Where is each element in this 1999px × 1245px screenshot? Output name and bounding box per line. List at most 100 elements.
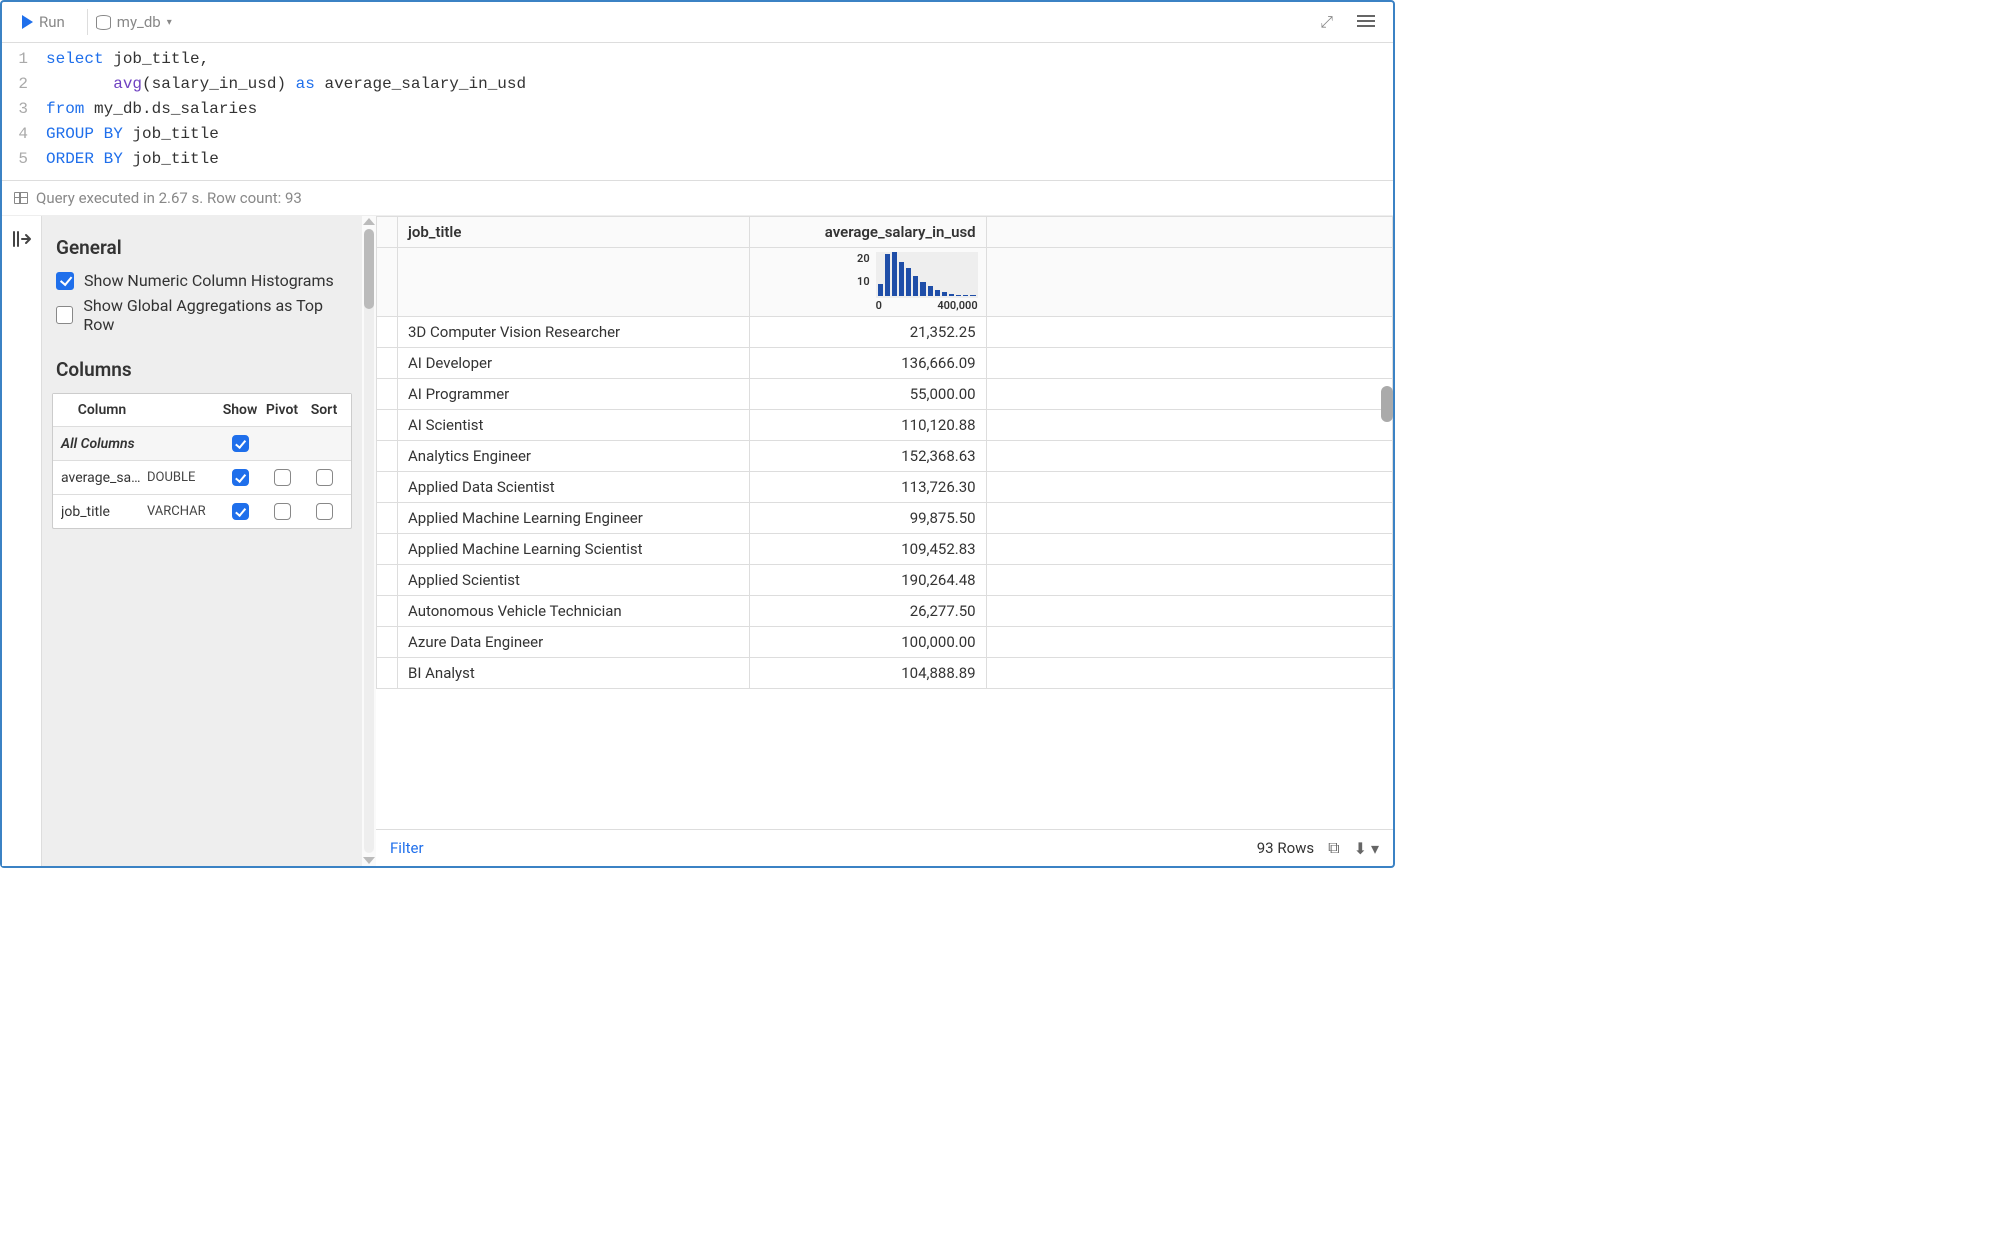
copy-icon[interactable]: ⧉: [1328, 838, 1339, 858]
table-icon: [14, 192, 28, 204]
hist-bar: [920, 282, 925, 296]
line-gutter: 12345: [2, 47, 40, 172]
column-show-checkbox[interactable]: [232, 503, 249, 520]
hist-bars: [876, 252, 978, 298]
table-handle-col: [377, 217, 398, 248]
scroll-down-icon[interactable]: [363, 857, 375, 864]
row-count-label: 93 Rows: [1257, 839, 1314, 857]
column-config-row: average_salary_in_...DOUBLE: [53, 461, 351, 495]
cell-job-title: Analytics Engineer: [398, 441, 750, 472]
code-lines: select job_title, avg(salary_in_usd) as …: [40, 47, 526, 172]
play-icon: [22, 15, 33, 29]
hist-xticks: 0 400,000: [876, 299, 978, 312]
db-name: my_db: [117, 13, 161, 31]
col-header-sort: Sort: [305, 402, 343, 418]
hist-bar: [913, 276, 918, 296]
table-row[interactable]: Applied Data Scientist113,726.30: [377, 472, 1393, 503]
col-header-show: Show: [221, 402, 259, 418]
cell-avg-salary: 110,120.88: [750, 410, 987, 441]
columns-table: Column Show Pivot Sort All Columns avera…: [52, 393, 352, 529]
hist-bar: [970, 295, 975, 296]
data-grid-scroll[interactable]: job_title average_salary_in_usd 20 10: [376, 216, 1393, 829]
cell-avg-salary: 136,666.09: [750, 348, 987, 379]
results-area: General Show Numeric Column Histograms S…: [2, 216, 1393, 866]
hist-placeholder-cell: [398, 248, 750, 317]
cell-avg-salary: 104,888.89: [750, 658, 987, 689]
column-name: average_salary_in_...: [61, 470, 143, 486]
table-row[interactable]: Applied Machine Learning Scientist109,45…: [377, 534, 1393, 565]
hist-bar: [885, 254, 890, 296]
hamburger-menu-icon[interactable]: [1349, 9, 1383, 36]
cell-job-title: AI Scientist: [398, 410, 750, 441]
cell-avg-salary: 55,000.00: [750, 379, 987, 410]
hist-bar: [892, 252, 897, 296]
table-row[interactable]: AI Programmer55,000.00: [377, 379, 1393, 410]
expand-icon[interactable]: ⤢: [1312, 8, 1341, 36]
config-panel-scrollbar[interactable]: [362, 216, 376, 866]
col-header-avg-salary[interactable]: average_salary_in_usd: [750, 217, 987, 248]
col-header-job-title[interactable]: job_title: [398, 217, 750, 248]
all-columns-show-checkbox[interactable]: [232, 435, 249, 452]
column-name: job_title: [61, 504, 143, 520]
cell-job-title: Applied Data Scientist: [398, 472, 750, 503]
table-row[interactable]: Applied Scientist190,264.48: [377, 565, 1393, 596]
cell-job-title: Azure Data Engineer: [398, 627, 750, 658]
table-row[interactable]: AI Scientist110,120.88: [377, 410, 1393, 441]
toolbar: Run my_db ▾ ⤢: [2, 2, 1393, 43]
cell-avg-salary: 26,277.50: [750, 596, 987, 627]
table-row[interactable]: AI Developer136,666.09: [377, 348, 1393, 379]
data-grid-wrap: job_title average_salary_in_usd 20 10: [376, 216, 1393, 866]
cell-job-title: AI Programmer: [398, 379, 750, 410]
hist-bar: [956, 295, 961, 296]
hist-bar: [949, 294, 954, 296]
table-row[interactable]: 3D Computer Vision Researcher21,352.25: [377, 317, 1393, 348]
col-header-pivot: Pivot: [263, 402, 301, 418]
checkbox-histograms[interactable]: [56, 272, 74, 290]
column-sort-checkbox[interactable]: [316, 469, 333, 486]
table-row[interactable]: Azure Data Engineer100,000.00: [377, 627, 1393, 658]
cell-job-title: Applied Machine Learning Scientist: [398, 534, 750, 565]
column-sort-checkbox[interactable]: [316, 503, 333, 520]
filter-link[interactable]: Filter: [390, 839, 424, 857]
data-grid: job_title average_salary_in_usd 20 10: [376, 216, 1393, 689]
cell-avg-salary: 100,000.00: [750, 627, 987, 658]
status-text: Query executed in 2.67 s. Row count: 93: [36, 189, 302, 207]
database-selector[interactable]: my_db ▾: [87, 9, 180, 35]
cell-job-title: BI Analyst: [398, 658, 750, 689]
salary-histogram: 20 10 0 400,000: [848, 252, 978, 312]
columns-heading: Columns: [52, 354, 352, 385]
cell-job-title: Applied Machine Learning Engineer: [398, 503, 750, 534]
config-panel: General Show Numeric Column Histograms S…: [42, 216, 362, 866]
hist-bar: [963, 295, 968, 296]
sql-editor[interactable]: 12345 select job_title, avg(salary_in_us…: [2, 43, 1393, 181]
run-button[interactable]: Run: [12, 9, 75, 35]
sidebar-toggle-column: [2, 216, 42, 866]
table-row[interactable]: BI Analyst104,888.89: [377, 658, 1393, 689]
hist-bar: [928, 286, 933, 296]
table-row[interactable]: Analytics Engineer152,368.63: [377, 441, 1393, 472]
download-icon[interactable]: ⬇ ▾: [1354, 839, 1379, 858]
cell-avg-salary: 113,726.30: [750, 472, 987, 503]
columns-table-header: Column Show Pivot Sort: [53, 394, 351, 427]
cell-avg-salary: 21,352.25: [750, 317, 987, 348]
hist-bar: [906, 268, 911, 296]
table-row[interactable]: Applied Machine Learning Engineer99,875.…: [377, 503, 1393, 534]
cell-job-title: 3D Computer Vision Researcher: [398, 317, 750, 348]
cell-job-title: Autonomous Vehicle Technician: [398, 596, 750, 627]
histogram-cell: 20 10 0 400,000: [750, 248, 987, 317]
table-row[interactable]: Autonomous Vehicle Technician26,277.50: [377, 596, 1393, 627]
panel-toggle-icon[interactable]: [12, 230, 32, 253]
column-pivot-checkbox[interactable]: [274, 469, 291, 486]
column-show-checkbox[interactable]: [232, 469, 249, 486]
grid-footer: Filter 93 Rows ⧉ ⬇ ▾: [376, 829, 1393, 866]
cell-job-title: Applied Scientist: [398, 565, 750, 596]
cell-job-title: AI Developer: [398, 348, 750, 379]
chevron-down-icon: ▾: [167, 17, 172, 28]
checkbox-global-aggregations[interactable]: [56, 306, 73, 324]
scroll-up-icon[interactable]: [363, 218, 375, 225]
grid-scrollbar-thumb[interactable]: [1381, 386, 1393, 422]
cell-avg-salary: 109,452.83: [750, 534, 987, 565]
all-columns-label: All Columns: [61, 436, 143, 452]
column-pivot-checkbox[interactable]: [274, 503, 291, 520]
scrollbar-thumb[interactable]: [364, 229, 374, 309]
